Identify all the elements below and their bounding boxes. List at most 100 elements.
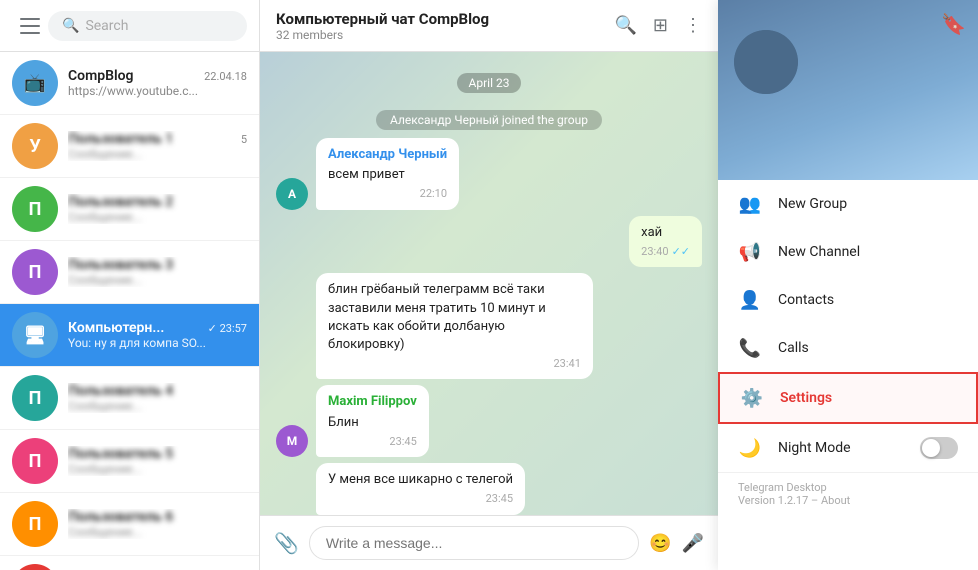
- calls-icon: 📞: [738, 336, 762, 360]
- chat-list-item[interactable]: У Пользователь 15Сообщение...: [0, 115, 259, 178]
- chat-avatar: П: [12, 438, 58, 484]
- chat-list-item[interactable]: ППользователь 4Сообщение...: [0, 367, 259, 430]
- search-box[interactable]: 🔍 Search: [48, 11, 247, 41]
- chat-avatar: П: [12, 564, 58, 570]
- message-time: 23:45: [328, 434, 417, 449]
- message-sender: Александр Черный: [328, 146, 447, 164]
- message-sender: Maxim Filippov: [328, 393, 417, 411]
- night-mode-item: 🌙 Night Mode: [718, 424, 978, 472]
- chat-members: 32 members: [276, 28, 614, 42]
- chat-name: Пользователь 6: [68, 509, 173, 525]
- chat-time: ✓ 23:57: [208, 322, 247, 335]
- bookmark-icon[interactable]: 🔖: [941, 12, 966, 36]
- messages-area: April 23 Александр Черный joined the grou…: [260, 52, 718, 515]
- message-bubble-incoming: блин грёбаный телеграмм всё таки застави…: [316, 273, 593, 379]
- message-avatar: А: [276, 178, 308, 210]
- toggle-knob: [922, 439, 940, 457]
- attach-button[interactable]: 📎: [274, 531, 299, 555]
- system-text: Александр Черный joined the group: [376, 110, 602, 130]
- chat-list-item[interactable]: ППользователь 2Сообщение...: [0, 178, 259, 241]
- chat-name: Пользователь 3: [68, 257, 173, 273]
- chat-list-item[interactable]: 🖥 Компьютерн... ✓ 23:57You: ну я для компа…: [0, 304, 259, 367]
- calls-item[interactable]: 📞 Calls: [718, 324, 978, 372]
- footer-app-name: Telegram Desktop: [738, 481, 958, 494]
- chat-list-item[interactable]: ППользователь 3Сообщение...: [0, 241, 259, 304]
- chat-list-item[interactable]: П Пользователь 5Сообщение...: [0, 430, 259, 493]
- new-group-item[interactable]: 👥 New Group: [718, 180, 978, 228]
- dropdown-footer: Telegram Desktop Version 1.2.17 – About: [718, 472, 978, 515]
- message-bubble-outgoing: хай 23:40 ✓✓: [629, 216, 702, 268]
- chat-preview: Сообщение...: [68, 525, 247, 539]
- dropdown-menu: 🔖 👥 New Group 📢 New Channel 👤 Contacts 📞…: [718, 0, 978, 570]
- chat-list-item[interactable]: ППользователь 7Сообщение...: [0, 556, 259, 570]
- chat-avatar: У: [12, 123, 58, 169]
- chat-avatar: 🖥: [12, 312, 58, 358]
- chat-info: Пользователь 6Сообщение...: [68, 509, 247, 539]
- night-mode-label: Night Mode: [778, 440, 904, 456]
- message-row-outgoing: хай 23:40 ✓✓: [276, 216, 702, 268]
- new-channel-label: New Channel: [778, 244, 860, 260]
- message-text: блин грёбаный телеграмм всё таки застави…: [328, 281, 581, 354]
- chat-time: 22.04.18: [204, 70, 247, 83]
- view-mode-button[interactable]: ⊞: [653, 15, 668, 36]
- main-chat: Компьютерный чат CompBlog 32 members 🔍 ⊞…: [260, 0, 718, 570]
- mic-button[interactable]: 🎤: [682, 533, 704, 554]
- contacts-icon: 👤: [738, 288, 762, 312]
- message-time: 23:40 ✓✓: [641, 244, 690, 259]
- chat-info: Пользователь 3Сообщение...: [68, 257, 247, 287]
- chat-time: 5: [241, 133, 247, 146]
- hamburger-button[interactable]: [12, 8, 48, 44]
- profile-avatar: [734, 30, 798, 94]
- chat-avatar: 📺: [12, 60, 58, 106]
- hamburger-line-1: [20, 18, 40, 20]
- profile-section: 🔖: [718, 0, 978, 180]
- chat-avatar: П: [12, 501, 58, 547]
- chat-preview: Сообщение...: [68, 462, 247, 476]
- new-group-icon: 👥: [738, 192, 762, 216]
- chat-name: Пользователь 5: [68, 446, 173, 462]
- contacts-item[interactable]: 👤 Contacts: [718, 276, 978, 324]
- message-row-incoming: ААлександр Черный всем привет 22:10: [276, 138, 702, 210]
- message-text: всем привет: [328, 166, 447, 184]
- contacts-label: Contacts: [778, 292, 834, 308]
- message-text: У меня все шикарно с телегой: [328, 471, 513, 489]
- chat-name: Пользователь 4: [68, 383, 173, 399]
- chat-info: Пользователь 5Сообщение...: [68, 446, 247, 476]
- chat-info: Пользователь 15Сообщение...: [68, 131, 247, 161]
- system-message: Александр Черный joined the group: [276, 109, 702, 128]
- chat-header-info: Компьютерный чат CompBlog 32 members: [276, 10, 614, 42]
- new-channel-item[interactable]: 📢 New Channel: [718, 228, 978, 276]
- more-options-button[interactable]: ⋮: [684, 15, 702, 36]
- chat-list-item[interactable]: 📺 CompBlog22.04.18https://www.youtube.c..…: [0, 52, 259, 115]
- chat-list-item[interactable]: П Пользователь 6Сообщение...: [0, 493, 259, 556]
- night-mode-toggle[interactable]: [920, 437, 958, 459]
- hamburger-line-3: [20, 32, 40, 34]
- message-row-incoming: блин грёбаный телеграмм всё таки застави…: [276, 273, 702, 379]
- chat-preview: https://www.youtube.c...: [68, 84, 247, 98]
- search-chat-button[interactable]: 🔍: [614, 15, 636, 36]
- date-text: April 23: [457, 73, 522, 93]
- search-icon: 🔍: [62, 18, 79, 34]
- chat-avatar: П: [12, 375, 58, 421]
- chat-list: 📺 CompBlog22.04.18https://www.youtube.c..…: [0, 52, 259, 570]
- message-bubble-incoming: У меня все шикарно с телегой23:45: [316, 463, 525, 515]
- settings-item[interactable]: ⚙️ Settings: [718, 372, 978, 424]
- chat-info: Компьютерн... ✓ 23:57You: ну я для компа …: [68, 320, 247, 350]
- chat-info: Пользователь 2Сообщение...: [68, 194, 247, 224]
- chat-info: CompBlog22.04.18https://www.youtube.c...: [68, 68, 247, 98]
- chat-input-area: 📎 😊 🎤: [260, 515, 718, 570]
- settings-icon: ⚙️: [740, 386, 764, 410]
- chat-title: Компьютерный чат CompBlog: [276, 10, 614, 28]
- settings-label: Settings: [780, 390, 832, 406]
- new-group-label: New Group: [778, 196, 847, 212]
- calls-label: Calls: [778, 340, 809, 356]
- search-placeholder: Search: [85, 18, 128, 34]
- chat-preview: You: ну я для компа SO...: [68, 336, 247, 350]
- message-bubble-incoming: Александр Черный всем привет 22:10: [316, 138, 459, 210]
- chat-name: Компьютерн...: [68, 320, 164, 336]
- emoji-button[interactable]: 😊: [649, 533, 671, 554]
- message-input[interactable]: [309, 526, 639, 560]
- check-icon: ✓✓: [672, 244, 690, 259]
- chat-name: Пользователь 2: [68, 194, 173, 210]
- chat-header-icons: 🔍 ⊞ ⋮: [614, 15, 702, 36]
